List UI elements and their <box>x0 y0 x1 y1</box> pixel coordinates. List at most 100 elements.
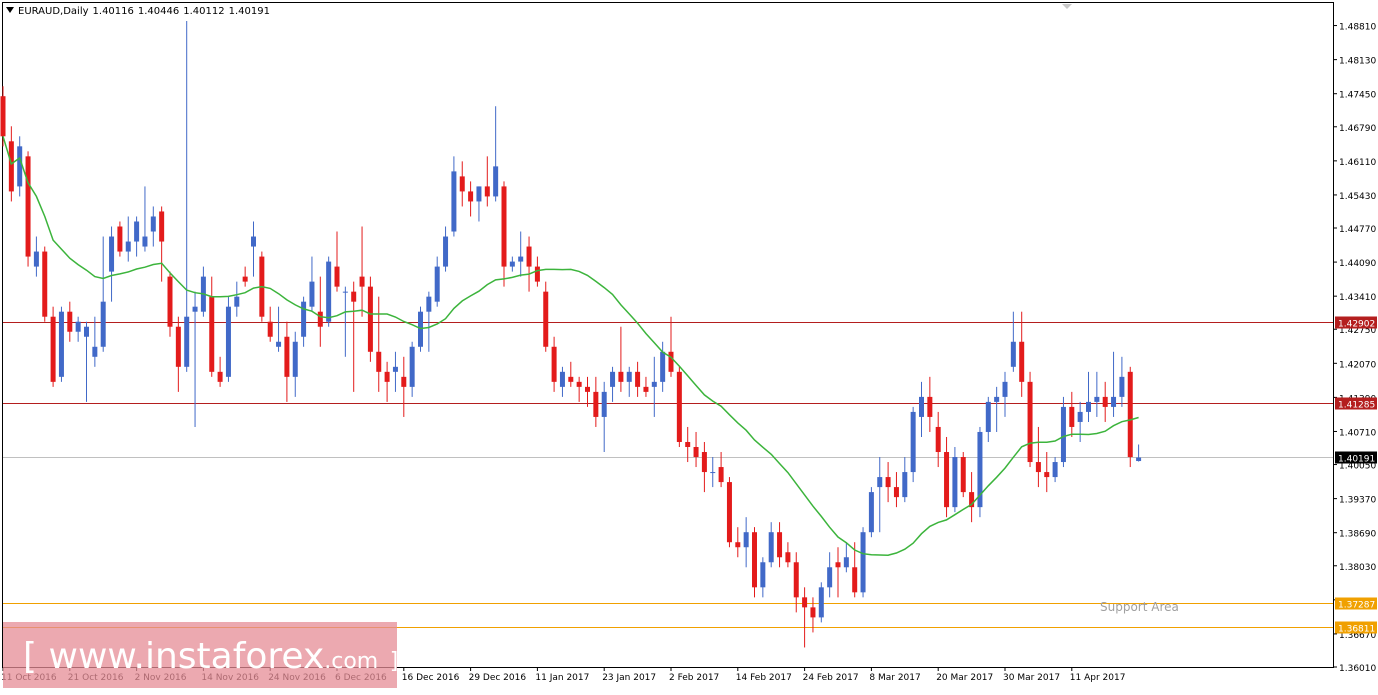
candle-body-16 <box>134 221 140 242</box>
candle-body-91 <box>760 562 766 588</box>
x-tick-label-14: 20 Mar 2017 <box>936 673 993 683</box>
candle-body-112 <box>935 426 941 453</box>
candle-body-8 <box>67 311 73 332</box>
candle-body-82 <box>685 441 691 448</box>
candle-body-0 <box>0 96 6 137</box>
watermark-bracket-open: [ <box>23 636 38 677</box>
candle-body-128 <box>1069 406 1075 427</box>
candle-body-21 <box>175 326 181 367</box>
candle-body-35 <box>292 341 298 377</box>
level-label-1: 1.41285 <box>1338 401 1375 411</box>
candle-body-3 <box>25 156 31 257</box>
candle-body-84 <box>701 452 707 473</box>
chart-header: EURAUD,Daily 1.40116 1.40446 1.40112 1.40191 <box>6 6 274 17</box>
candle-body-119 <box>994 396 1000 402</box>
candle-body-20 <box>167 276 173 327</box>
candle-body-14 <box>117 226 123 252</box>
candle-body-102 <box>852 567 858 593</box>
candle-body-78 <box>651 381 657 387</box>
y-tick-label-16: 1.38030 <box>1339 563 1376 573</box>
candle-body-76 <box>635 371 641 387</box>
candlestick-chart[interactable]: 1.48810 1.48130 1.47450 1.46790 1.46110 1.454… <box>0 0 1378 691</box>
x-tick-label-12: 24 Feb 2017 <box>803 673 859 683</box>
candle-body-87 <box>726 482 732 543</box>
candle-body-127 <box>1060 406 1066 463</box>
candle-body-86 <box>718 467 724 483</box>
candle-body-39 <box>326 261 332 322</box>
candle-body-100 <box>835 562 841 568</box>
y-tick-label-19: 1.36010 <box>1339 664 1376 674</box>
candle-body-94 <box>785 552 791 563</box>
candle-body-55 <box>459 176 465 192</box>
candle-body-99 <box>827 567 833 588</box>
x-tick-label-6: 16 Dec 2016 <box>402 673 460 683</box>
candle-body-120 <box>1002 381 1008 397</box>
candle-body-36 <box>301 301 307 337</box>
candle-body-80 <box>668 351 674 372</box>
candle-body-129 <box>1077 411 1083 422</box>
x-tick-label-13: 8 Mar 2017 <box>869 673 920 683</box>
candle-body-46 <box>384 371 390 382</box>
candle-body-60 <box>501 186 507 267</box>
candle-body-131 <box>1094 396 1100 402</box>
candle-body-13 <box>109 236 115 272</box>
candle-body-40 <box>334 266 340 287</box>
candle-body-10 <box>84 326 89 337</box>
y-tick-label-3: 1.46790 <box>1339 124 1376 134</box>
candle-body-9 <box>75 321 81 332</box>
y-tick-label-15: 1.38690 <box>1339 530 1376 540</box>
candle-body-136 <box>1136 457 1142 462</box>
candle-body-33 <box>276 341 282 347</box>
support-area-label: Support Area <box>1100 600 1179 614</box>
dropdown-arrow-icon[interactable] <box>6 7 14 13</box>
open-value: 1.40116 <box>92 6 134 17</box>
watermark-site: www.instaforex <box>48 636 325 677</box>
candle-body-134 <box>1119 376 1125 397</box>
candle-body-111 <box>927 396 933 417</box>
y-tick-label-14: 1.39370 <box>1339 496 1376 506</box>
x-tick-label-15: 30 Mar 2017 <box>1003 673 1060 683</box>
candle-body-45 <box>376 351 382 372</box>
candle-body-2 <box>17 146 23 187</box>
candle-body-69 <box>576 381 582 387</box>
candle-body-67 <box>559 371 565 387</box>
level-label-4: 1.36811 <box>1338 625 1375 635</box>
candle-body-15 <box>125 241 131 252</box>
candle-body-122 <box>1019 341 1025 382</box>
chart-window[interactable]: 1.48810 1.48130 1.47450 1.46790 1.46110 1.454… <box>0 0 1378 691</box>
candle-body-115 <box>960 457 966 493</box>
candle-body-49 <box>409 346 415 387</box>
candle-body-62 <box>518 256 524 262</box>
candle-body-98 <box>818 587 824 618</box>
candle-body-92 <box>768 532 774 563</box>
candle-body-104 <box>868 492 874 533</box>
candle-body-133 <box>1111 396 1117 407</box>
candle-body-89 <box>743 532 749 548</box>
x-tick-label-11: 14 Feb 2017 <box>736 673 792 683</box>
candle-body-77 <box>643 386 649 392</box>
x-tick-label-16: 11 Apr 2017 <box>1070 673 1126 683</box>
candle-body-52 <box>434 266 440 302</box>
candle-body-113 <box>944 452 950 508</box>
candle-body-126 <box>1052 462 1058 478</box>
candle-body-135 <box>1127 371 1133 458</box>
candle-body-61 <box>509 261 515 267</box>
x-tick-label-7: 29 Dec 2016 <box>469 673 527 683</box>
candle-body-44 <box>367 286 373 352</box>
candle-body-32 <box>267 321 273 337</box>
candle-body-103 <box>860 532 866 593</box>
candle-body-25 <box>209 296 215 372</box>
watermark-tld: .com <box>324 649 379 674</box>
candle-body-83 <box>693 447 699 458</box>
candle-body-11 <box>92 346 98 357</box>
y-tick-label-4: 1.46110 <box>1339 158 1376 168</box>
candle-body-74 <box>618 371 624 382</box>
symbol-label: EURAUD,Daily <box>18 6 89 17</box>
candle-body-38 <box>317 311 323 327</box>
candle-body-110 <box>919 396 924 417</box>
candle-body-123 <box>1027 381 1033 463</box>
y-tick-label-2: 1.47450 <box>1339 91 1376 101</box>
y-tick-label-5: 1.45430 <box>1339 192 1376 202</box>
candle-body-124 <box>1035 462 1041 473</box>
high-value: 1.40446 <box>137 6 180 17</box>
